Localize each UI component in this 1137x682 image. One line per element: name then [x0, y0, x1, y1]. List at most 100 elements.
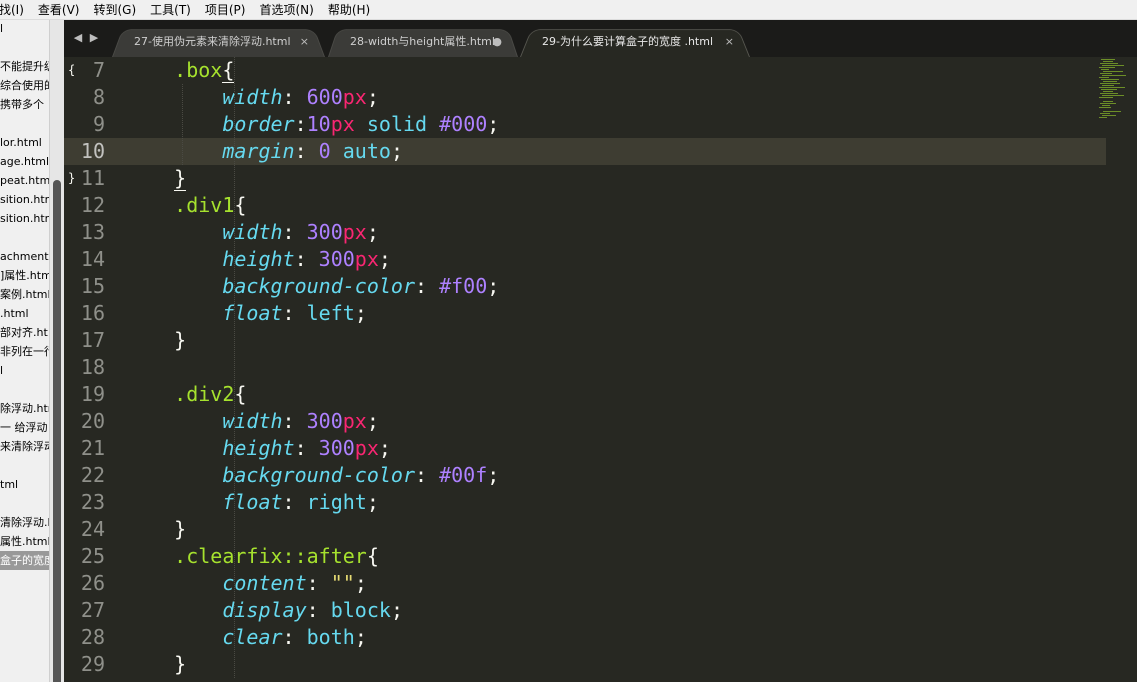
code-line: } [126, 516, 1106, 543]
code-token: .div1 [174, 193, 235, 217]
sidebar-file-label: 携带多个 [0, 98, 44, 111]
sidebar-file-item[interactable]: l [0, 20, 49, 38]
sidebar-file-item[interactable]: lor.html [0, 133, 49, 152]
line-number: 22 [80, 463, 105, 487]
sidebar-file-item[interactable]: .html [0, 304, 49, 323]
fold-close-icon[interactable]: } [68, 165, 76, 192]
fold-open-icon[interactable]: { [68, 57, 76, 84]
code-token: ; [390, 598, 403, 622]
sidebar-file-item[interactable]: 案例.html [0, 285, 49, 304]
sidebar-file-item[interactable] [0, 494, 49, 513]
sidebar-file-item[interactable] [0, 228, 49, 247]
menu-item[interactable]: 项目(P) [198, 0, 253, 20]
minimap-line [1103, 91, 1113, 92]
sidebar-file-item[interactable]: 不能提升级 [0, 57, 49, 76]
menu-item[interactable]: 帮助(H) [321, 0, 377, 20]
sidebar-file-item[interactable]: 清除浮动.h [0, 513, 49, 532]
sidebar-file-item[interactable]: 部对齐.ht [0, 323, 49, 342]
tab-bar: ◀ ▶ 27-使用伪元素来清除浮动.html × 28-width与height属性… [64, 20, 1137, 57]
minimap-line [1102, 95, 1124, 96]
code-area[interactable]: .box{ width: 600px; border:10px solid #0… [126, 57, 1106, 682]
tab-unsaved-dot-icon[interactable]: ● [492, 26, 502, 57]
tab-2[interactable]: 28-width与height属性.html ● [328, 26, 518, 57]
minimap-line [1102, 65, 1124, 66]
code-token: auto [342, 139, 391, 163]
minimap-line [1101, 79, 1119, 80]
sidebar-file-item[interactable]: age.html [0, 152, 49, 171]
line-number: 27 [80, 598, 105, 622]
line-number: 26 [80, 571, 105, 595]
sidebar-file-item[interactable]: peat.html [0, 171, 49, 190]
menu-item[interactable]: 工具(T) [143, 0, 198, 20]
sidebar-file-item[interactable]: 一 给浮动 [0, 418, 49, 437]
sidebar-file-item[interactable] [0, 380, 49, 399]
code-token: float [222, 301, 283, 325]
sidebar-file-item[interactable]: 携带多个 [0, 95, 49, 114]
menu-item[interactable]: 找(I) [0, 0, 31, 20]
tab-close-icon[interactable]: × [725, 26, 734, 57]
sidebar-file-item[interactable] [0, 456, 49, 475]
code-token: } [174, 652, 187, 676]
line-number: 17 [80, 328, 105, 352]
minimap-line [1103, 101, 1113, 102]
sidebar-file-label: l [0, 364, 4, 377]
sidebar-file-item[interactable]: 盒子的宽度 [0, 551, 49, 570]
line-number-gutter: 7 8 9 10 11 12 13 14 15 16 17 18 19 20 21 22 23 24 25 26 27 2… [64, 57, 126, 682]
code-token: { [222, 58, 235, 83]
line-number: 28 [80, 625, 105, 649]
sidebar-file-label: 清除浮动.h [0, 516, 49, 529]
sidebar-file-item[interactable]: 非列在一行 [0, 342, 49, 361]
minimap[interactable] [1095, 57, 1137, 137]
code-token: : [294, 247, 319, 271]
sidebar-file-item[interactable]: sition.htm [0, 190, 49, 209]
sidebar-file-item[interactable]: l [0, 361, 49, 380]
sidebar-scrollbar-thumb[interactable] [53, 180, 61, 682]
code-token: 0 [318, 139, 331, 163]
minimap-line [1102, 75, 1126, 76]
code-token: solid [366, 112, 428, 136]
minimap-line [1099, 117, 1107, 118]
menu-item[interactable]: 查看(V) [31, 0, 87, 20]
sidebar-scrollbar[interactable] [49, 20, 64, 682]
tab-1[interactable]: 27-使用伪元素来清除浮动.html × [112, 26, 325, 57]
tab-3[interactable]: 29-为什么要计算盒子的宽度 .html × [520, 26, 750, 57]
code-token: ; [487, 274, 500, 298]
code-token: float [222, 490, 283, 514]
sidebar-file-item[interactable]: 综合使用的 [0, 76, 49, 95]
line-number: 29 [80, 652, 105, 676]
sidebar-file-item[interactable] [0, 114, 49, 133]
tab-forward-arrow-icon[interactable]: ▶ [88, 31, 100, 45]
code-editor[interactable]: 7 8 9 10 11 12 13 14 15 16 17 18 19 20 21 22 23 24 25 26 27 2… [64, 57, 1137, 682]
sidebar-file-item[interactable]: tml [0, 475, 49, 494]
menu-item[interactable]: 转到(G) [86, 0, 143, 20]
sidebar-file-label: 综合使用的 [0, 79, 49, 92]
sidebar-file-item[interactable]: ]属性.htm [0, 266, 49, 285]
code-token: 600 [306, 85, 343, 109]
sidebar-file-label: lor.html [0, 136, 42, 149]
code-token: px [330, 112, 355, 136]
code-token: : [294, 112, 307, 136]
sidebar-file-item[interactable]: sition.htm [0, 209, 49, 228]
code-token: ; [366, 490, 379, 514]
sidebar-file-item[interactable]: 来清除浮动 [0, 437, 49, 456]
sidebar-file-item[interactable]: 属性.html [0, 532, 49, 551]
tab-back-arrow-icon[interactable]: ◀ [72, 31, 84, 45]
code-token: : [282, 490, 307, 514]
sidebar-file-item[interactable]: achment. [0, 247, 49, 266]
line-number: 10 [64, 138, 126, 165]
tab-close-icon[interactable]: × [300, 26, 309, 57]
sidebar-file-item[interactable]: 除浮动.htm [0, 399, 49, 418]
code-token: background-color [222, 463, 415, 487]
tab-label: 29-为什么要计算盒子的宽度 .html [542, 35, 714, 48]
minimap-line [1099, 77, 1109, 78]
menu-item[interactable]: 首选项(N) [252, 0, 320, 20]
sidebar-file-item[interactable] [0, 38, 49, 57]
